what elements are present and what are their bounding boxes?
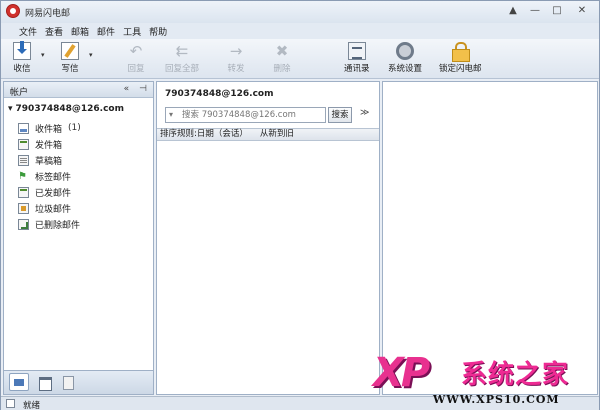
watermark-name: 系统之家 — [461, 360, 570, 390]
folder-sent[interactable]: 已发邮件 — [18, 184, 81, 200]
message-list-account: 790374848@126.com — [165, 89, 274, 99]
write-dropdown-icon[interactable]: ▾ — [89, 51, 93, 59]
receive-icon — [13, 41, 31, 60]
folder-label: 草稿箱 — [35, 156, 63, 167]
folder-tagged[interactable]: ⚑ 标签邮件 — [18, 168, 81, 184]
expand-icon[interactable]: ≫ — [360, 108, 369, 118]
lock-label: 锁定闪电邮 — [439, 64, 482, 74]
settings-gear-icon — [396, 42, 414, 60]
window-controls: ▲ — □ ✕ — [503, 3, 595, 19]
unread-count: (1) — [68, 123, 81, 133]
contacts-icon — [347, 42, 366, 60]
outbox-icon — [18, 138, 29, 150]
menu-tools[interactable]: 工具 — [119, 23, 145, 39]
lock-button[interactable]: 锁定闪电邮 — [439, 42, 482, 76]
watermark-url: WWW.XPS10.COM — [433, 393, 560, 406]
calendar-view-icon[interactable] — [37, 374, 53, 391]
notes-view-icon[interactable] — [60, 374, 76, 390]
spam-icon — [18, 202, 29, 214]
folder-label: 发件箱 — [35, 140, 63, 151]
folder-label: 已发邮件 — [35, 188, 72, 199]
write-icon — [61, 42, 79, 60]
sort-order[interactable]: 从新到旧 — [260, 129, 294, 139]
search-box: ▾ — [165, 107, 326, 123]
pin-pane-icon[interactable]: ⊣ — [139, 84, 147, 94]
minimize-button[interactable]: — — [525, 3, 545, 19]
reply-button[interactable]: ↶ 回复 — [127, 42, 145, 76]
folder-inbox[interactable]: 收件箱 (1) — [18, 120, 81, 136]
folder-label: 已删除邮件 — [35, 220, 81, 231]
contacts-button[interactable]: 通讯录 — [344, 42, 370, 76]
folder-label: 收件箱 — [35, 124, 63, 135]
forward-label: 转发 — [227, 64, 245, 74]
accounts-pane-header: 帐户 « ⊣ — [4, 82, 153, 98]
app-logo-icon — [6, 4, 20, 18]
status-icon — [6, 399, 15, 408]
watermark-logo: XP 系统之家 WWW.XPS10.COM — [373, 346, 599, 410]
menu-mailbox[interactable]: 邮箱 — [67, 23, 93, 39]
view-switcher — [3, 371, 154, 395]
maximize-button[interactable]: □ — [547, 3, 567, 19]
accounts-pane-title: 帐户 — [10, 88, 29, 98]
account-node[interactable]: 790374848@126.com — [8, 104, 124, 114]
window-title: 网易闪电邮 — [25, 9, 71, 19]
pane-header-buttons: « ⊣ — [124, 84, 147, 94]
watermark-xp: XP — [373, 350, 430, 396]
trash-icon — [18, 218, 29, 230]
sent-icon — [18, 186, 29, 198]
receive-dropdown-icon[interactable]: ▾ — [41, 51, 45, 59]
collapse-pane-icon[interactable]: « — [124, 84, 130, 94]
skin-icon[interactable]: ▲ — [503, 3, 523, 19]
delete-label: 删除 — [273, 64, 291, 74]
search-dropdown-icon[interactable]: ▾ — [169, 110, 173, 119]
menu-file[interactable]: 文件 — [15, 23, 41, 39]
forward-button[interactable]: → 转发 — [227, 42, 245, 76]
folder-deleted[interactable]: 已删除邮件 — [18, 216, 81, 232]
title-bar: 网易闪电邮 ▲ — □ ✕ — [1, 1, 599, 23]
folder-outbox[interactable]: 发件箱 — [18, 136, 81, 152]
reply-all-button[interactable]: ⇇ 回复全部 — [165, 42, 199, 76]
folder-label: 标签邮件 — [35, 172, 72, 183]
contacts-label: 通讯录 — [344, 64, 370, 74]
message-list-pane: 790374848@126.com ▾ 搜索 ≫ 排序规则:日期（会话） 从新到旧 — [156, 81, 380, 395]
reply-icon: ↶ — [129, 42, 143, 60]
lock-icon — [451, 42, 471, 62]
inbox-icon — [18, 122, 29, 134]
forward-icon: → — [229, 42, 243, 60]
mail-view-icon[interactable] — [9, 373, 29, 391]
menu-mail[interactable]: 邮件 — [93, 23, 119, 39]
receive-label: 收信 — [13, 64, 31, 74]
sort-bar[interactable]: 排序规则:日期（会话） 从新到旧 — [157, 128, 379, 141]
tag-icon: ⚑ — [18, 170, 27, 182]
menu-bar: 文件 查看 邮箱 邮件 工具 帮助 — [1, 23, 599, 39]
delete-icon: ✖ — [275, 42, 289, 60]
write-label: 写信 — [61, 64, 79, 74]
menu-view[interactable]: 查看 — [41, 23, 67, 39]
folder-label: 垃圾邮件 — [35, 204, 72, 215]
folder-spam[interactable]: 垃圾邮件 — [18, 200, 81, 216]
write-button[interactable]: 写信 — [61, 42, 79, 76]
search-input[interactable] — [182, 109, 322, 121]
delete-button[interactable]: ✖ 删除 — [273, 42, 291, 76]
app-window: 网易闪电邮 ▲ — □ ✕ 文件 查看 邮箱 邮件 工具 帮助 收信 ▾ 写信 … — [0, 0, 600, 410]
settings-button[interactable]: 系统设置 — [388, 42, 422, 76]
receive-button[interactable]: 收信 — [13, 41, 31, 76]
reply-label: 回复 — [127, 64, 145, 74]
toolbar: 收信 ▾ 写信 ▾ ↶ 回复 ⇇ 回复全部 → 转发 ✖ 删除 通讯录 系统设置… — [1, 39, 599, 79]
accounts-pane: 帐户 « ⊣ 790374848@126.com 收件箱 (1) 发件箱 草稿箱 — [3, 81, 154, 371]
folder-drafts[interactable]: 草稿箱 — [18, 152, 81, 168]
sort-rule[interactable]: 排序规则:日期（会话） — [160, 129, 248, 139]
drafts-icon — [18, 154, 29, 166]
folder-list: 收件箱 (1) 发件箱 草稿箱 ⚑ 标签邮件 已发邮件 垃圾邮件 已删除邮件 — [18, 120, 81, 232]
reply-all-icon: ⇇ — [175, 42, 189, 60]
settings-label: 系统设置 — [388, 64, 423, 74]
search-button[interactable]: 搜索 — [328, 107, 352, 123]
menu-help[interactable]: 帮助 — [145, 23, 171, 39]
status-text: 就绪 — [23, 401, 41, 410]
reply-all-label: 回复全部 — [165, 64, 200, 74]
close-button[interactable]: ✕ — [569, 3, 595, 19]
